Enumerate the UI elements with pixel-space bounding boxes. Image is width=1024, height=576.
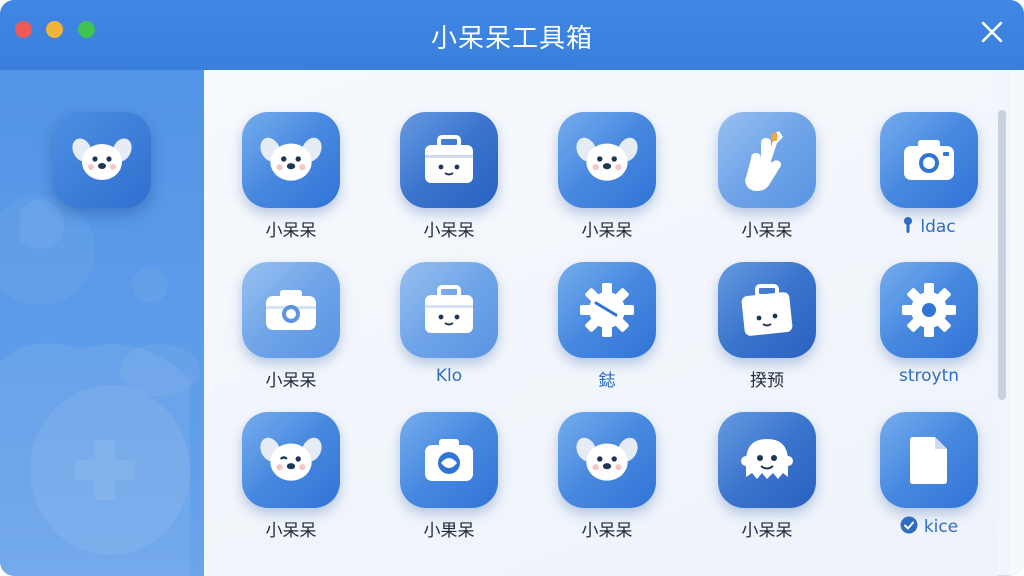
app-label: kice [858,516,1000,537]
app-item[interactable]: Klo [378,220,518,386]
app-item[interactable]: 小呆呆 [536,370,676,541]
app-tile[interactable] [242,112,340,208]
app-label-text: kice [923,517,959,537]
app-tile[interactable] [242,412,340,508]
camera-icon [266,290,316,330]
close-icon [981,21,1003,43]
app-grid: 小呆呆 小呆呆 小呆呆 小呆呆 ldac 小呆呆 Klo 鋕 揆预 stroyt… [216,70,1006,576]
app-item[interactable]: ldac [858,70,998,237]
document-icon [910,437,947,484]
puppy-face-icon [576,437,638,481]
sidebar [0,70,204,576]
close-button[interactable] [974,14,1010,50]
gear-icon [580,283,634,337]
app-label: 小呆呆 [581,521,633,541]
toolbox-icon [425,285,473,333]
app-item[interactable]: 小呆呆 [536,70,676,241]
app-tile[interactable] [242,262,340,358]
app-tile[interactable] [718,112,816,208]
app-item[interactable]: stroytn [858,220,998,386]
sidebar-app-button[interactable] [53,112,151,208]
app-tile[interactable] [558,112,656,208]
app-label: 小果呆 [423,521,475,541]
hand-wrench-icon [745,131,783,191]
app-tile[interactable] [558,262,656,358]
app-item[interactable]: 小呆呆 [220,370,360,541]
app-tile[interactable] [718,412,816,508]
app-item[interactable]: 鋕 [536,220,676,391]
vertical-scrollbar[interactable] [998,110,1006,400]
camera-icon [425,439,473,481]
app-item[interactable]: 小呆呆 [696,370,836,541]
app-item[interactable]: 小果呆 [378,370,518,541]
title-bar: 小呆呆工具箱 [0,0,1024,70]
app-tile[interactable] [400,112,498,208]
app-item[interactable]: 小呆呆 [696,70,836,241]
app-tile[interactable] [880,262,978,358]
app-tile[interactable] [558,412,656,508]
app-item[interactable]: 小呆呆 [220,70,360,241]
app-label: 小呆呆 [741,521,793,541]
puppy-face-icon [260,437,322,481]
app-tile[interactable] [400,262,498,358]
camera-icon [904,140,954,180]
puppy-face-icon [576,137,638,181]
app-window: 小呆呆工具箱 小呆呆 小呆呆 小呆呆 小呆呆 ldac 小呆呆 Klo 鋕 揆预… [0,0,1024,576]
app-item[interactable]: 揆预 [696,220,836,391]
check-circle-icon [900,516,918,534]
puppy-face-icon [72,138,132,180]
app-grid-area: 小呆呆 小呆呆 小呆呆 小呆呆 ldac 小呆呆 Klo 鋕 揆预 stroyt… [204,70,998,576]
toolbox-icon [425,135,473,183]
toolbox-icon [741,284,793,336]
ghost-face-icon [741,439,793,479]
window-title: 小呆呆工具箱 [430,24,593,54]
app-label: 小呆呆 [265,521,317,541]
app-item[interactable]: kice [858,370,998,537]
window-right-edge [1010,70,1024,576]
app-tile[interactable] [400,412,498,508]
puppy-face-icon [260,137,322,181]
app-item[interactable]: 小呆呆 [220,220,360,391]
gear-icon [902,283,956,337]
app-tile[interactable] [718,262,816,358]
app-tile[interactable] [880,112,978,208]
app-tile[interactable] [880,412,978,508]
app-item[interactable]: 小呆呆 [378,70,518,241]
